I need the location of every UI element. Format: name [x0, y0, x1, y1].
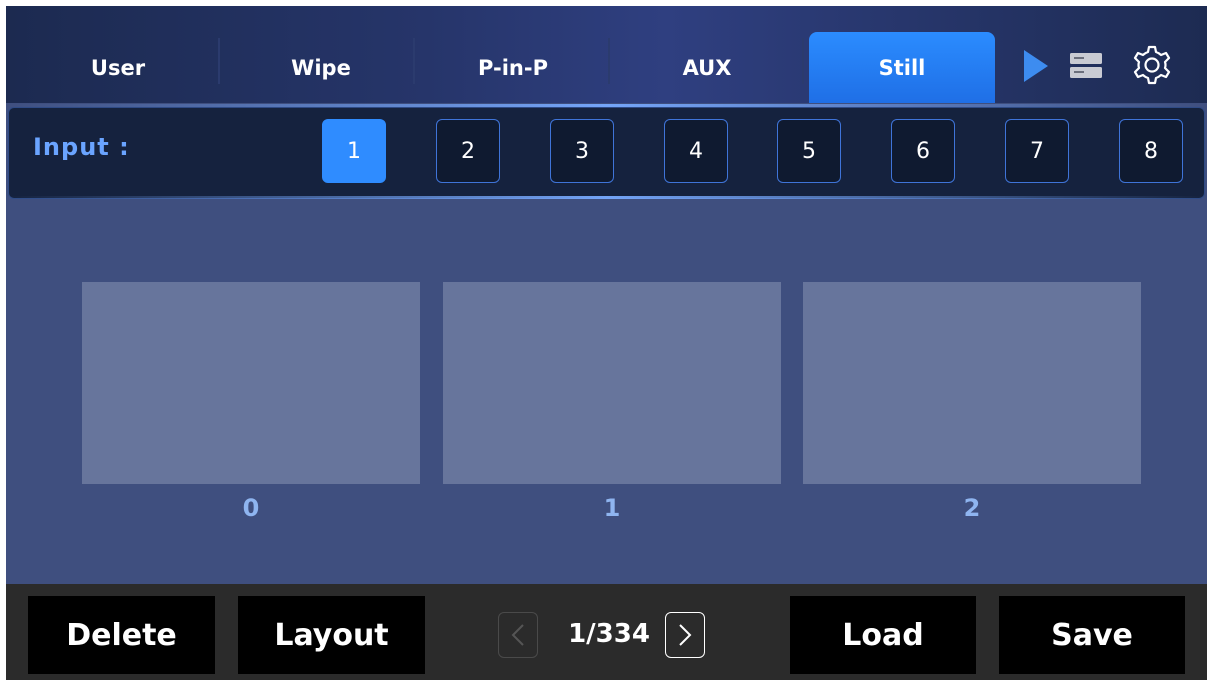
input-button-6[interactable]: 6 [891, 119, 955, 183]
next-page-button[interactable] [665, 612, 705, 658]
load-button[interactable]: Load [790, 596, 976, 674]
input-button-4[interactable]: 4 [664, 119, 728, 183]
page-indicator: 1/334 [568, 619, 650, 649]
tab-divider [608, 38, 610, 84]
input-button-2[interactable]: 2 [436, 119, 500, 183]
tab-user[interactable]: User [28, 32, 208, 103]
still-label-2: 2 [963, 494, 981, 522]
gear-icon[interactable] [1131, 44, 1173, 86]
input-label: Input : [33, 133, 130, 161]
chevron-left-icon [511, 624, 524, 646]
tab-p-in-p[interactable]: P-in-P [418, 32, 608, 103]
tab-divider [802, 38, 804, 84]
layout-button[interactable]: Layout [238, 596, 425, 674]
tab-divider [218, 38, 220, 84]
delete-button[interactable]: Delete [28, 596, 215, 674]
tab-aux[interactable]: AUX [612, 32, 802, 103]
input-button-7[interactable]: 7 [1005, 119, 1069, 183]
chevron-right-icon [679, 624, 692, 646]
tab-divider [413, 38, 415, 84]
input-button-3[interactable]: 3 [550, 119, 614, 183]
tab-still[interactable]: Still [809, 32, 995, 103]
still-thumbnail-2[interactable] [803, 282, 1141, 484]
panel-glow-bottom [6, 196, 1207, 199]
prev-page-button[interactable] [498, 612, 538, 658]
still-thumbnail-0[interactable] [82, 282, 420, 484]
still-label-1: 1 [603, 494, 621, 522]
save-button[interactable]: Save [999, 596, 1185, 674]
input-button-5[interactable]: 5 [777, 119, 841, 183]
still-thumbnail-1[interactable] [443, 282, 781, 484]
still-label-0: 0 [242, 494, 260, 522]
play-icon[interactable] [1024, 50, 1048, 82]
device-icon[interactable] [1070, 52, 1102, 80]
panel-glow-top [6, 104, 1207, 107]
input-button-1[interactable]: 1 [322, 119, 386, 183]
tab-wipe[interactable]: Wipe [228, 32, 414, 103]
still-screen: User Wipe P-in-P AUX Still Input : 1 2 3… [6, 6, 1207, 680]
input-button-8[interactable]: 8 [1119, 119, 1183, 183]
